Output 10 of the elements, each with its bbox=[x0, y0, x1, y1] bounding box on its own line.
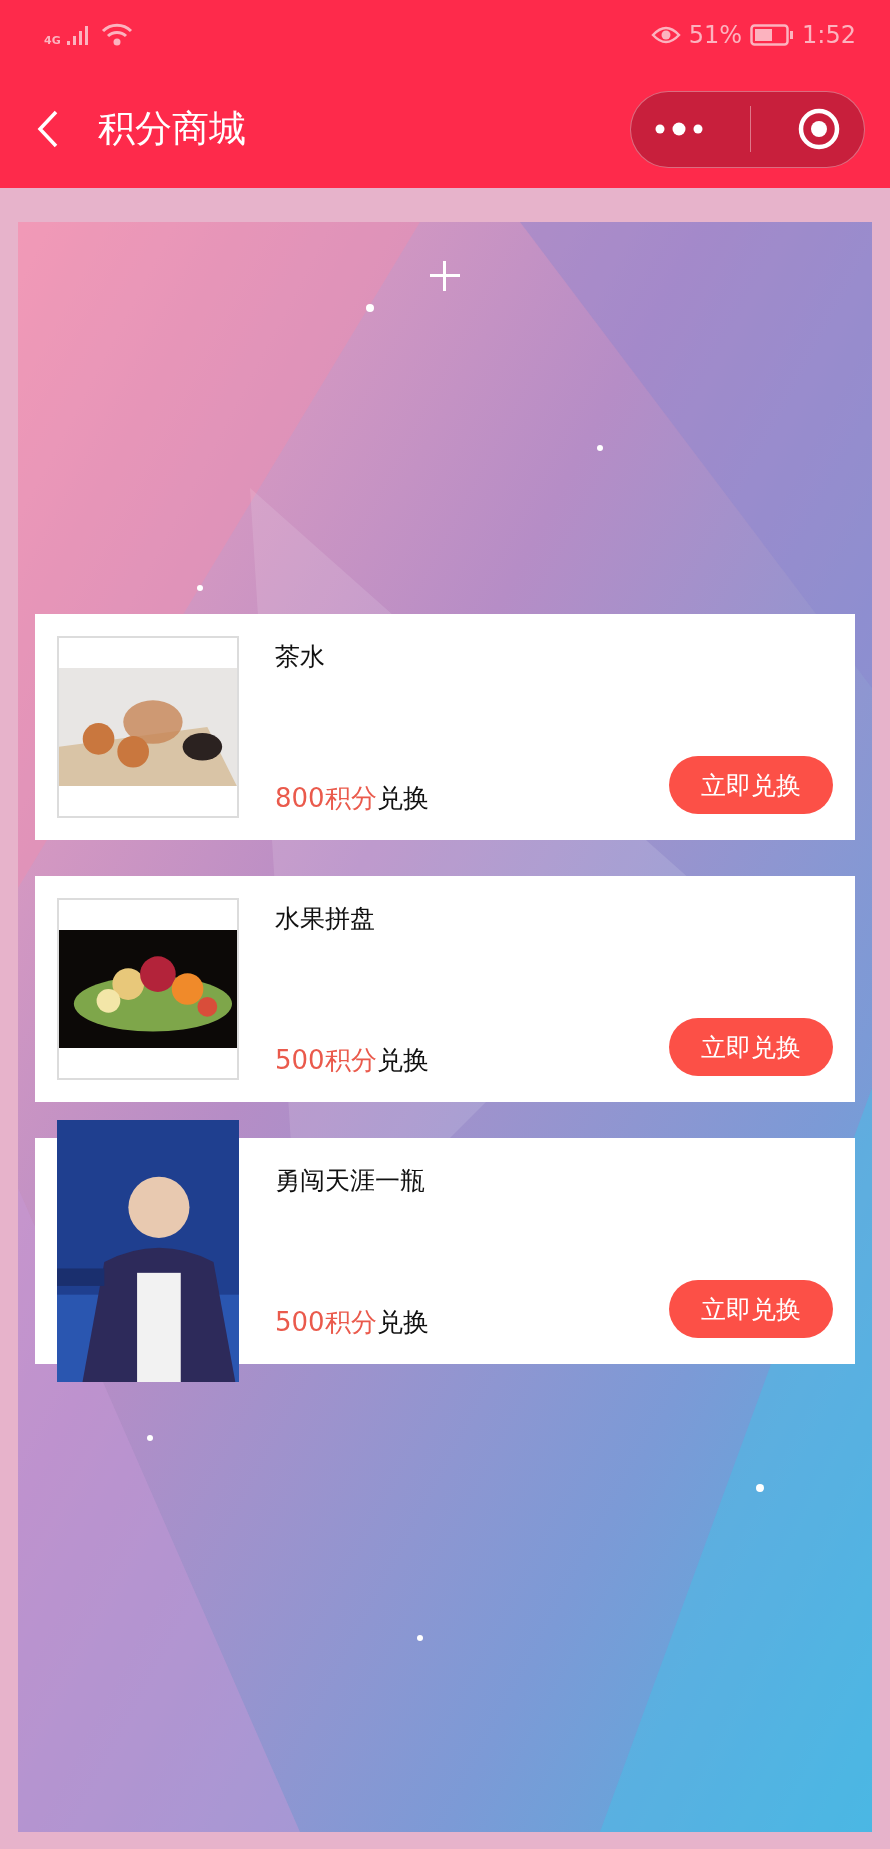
battery-percent: 51% bbox=[688, 21, 743, 49]
close-icon[interactable] bbox=[797, 107, 841, 151]
wifi-icon bbox=[100, 22, 133, 48]
battery-icon bbox=[750, 24, 795, 46]
back-icon[interactable] bbox=[36, 109, 60, 149]
more-icon[interactable] bbox=[654, 121, 704, 137]
clock-time: 1:52 bbox=[802, 21, 856, 49]
eye-icon bbox=[650, 25, 681, 45]
network-label: 4G bbox=[44, 34, 61, 47]
page-title: 积分商城 bbox=[98, 106, 247, 152]
